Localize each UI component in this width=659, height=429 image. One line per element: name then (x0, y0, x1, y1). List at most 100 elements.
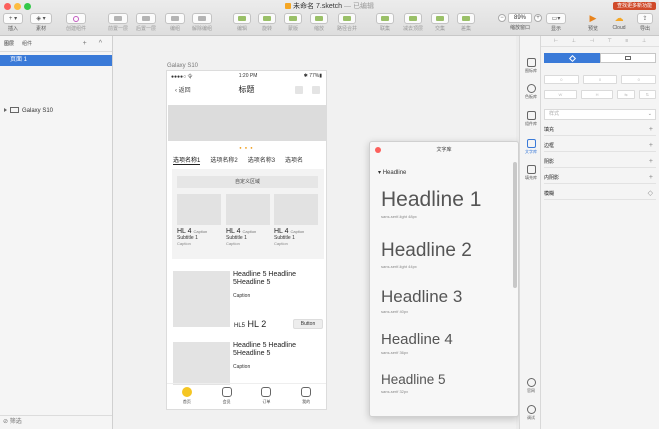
segment-symbol[interactable] (544, 53, 600, 63)
symbols-button[interactable]: ◈ ▾ 素材 (30, 13, 52, 33)
cloud-button[interactable]: ☁ Cloud (609, 13, 629, 33)
artboard-layer[interactable]: Galaxy S10 (0, 106, 112, 116)
tab-option-3[interactable]: 选项名称3 (248, 155, 275, 165)
library-item-headline-5[interactable]: Headline 5 sans-serif 32px (381, 372, 446, 394)
list-item[interactable]: Headline 5 Headline 5Headline 5 Caption … (173, 271, 323, 331)
flip-v-icon[interactable]: ⇅ (638, 90, 656, 99)
debug-button[interactable]: 调试 (520, 405, 542, 421)
close-panel-button[interactable] (375, 147, 381, 153)
add-inner-shadow-icon[interactable]: + (649, 172, 653, 184)
tab-option-1[interactable]: 选项名称1 (173, 155, 201, 165)
share-icon: ⇪ (637, 13, 653, 24)
fill-library-button[interactable]: 填充库 (520, 165, 542, 181)
align-top-icon[interactable]: ⊤ (607, 38, 611, 44)
blur-toggle-icon[interactable]: ◇ (648, 188, 653, 200)
tabbar-profile[interactable]: 我的 (301, 387, 312, 409)
library-section-header[interactable]: ▾ Headline (378, 169, 406, 176)
align-right-icon[interactable]: ⊣ (590, 38, 594, 44)
align-middle-icon[interactable]: ≡ (625, 38, 628, 44)
tab-components[interactable]: 组件 (22, 40, 32, 47)
zoom-control[interactable]: − 89% + 缩放窗口 (498, 13, 542, 33)
x-field[interactable]: 0 (544, 75, 579, 84)
whats-new-badge[interactable]: 查找更多新功能 (612, 2, 656, 10)
card[interactable]: HL 4 Caption Subtitle 1 Caption (274, 194, 318, 246)
difference-button[interactable]: 差集 (456, 13, 476, 33)
list-button[interactable]: Button (293, 319, 323, 329)
ungroup-button[interactable]: 解除编组 (188, 13, 216, 33)
filter-field[interactable]: ⊘ 筛选 (0, 415, 112, 429)
help-icon (526, 378, 536, 387)
create-symbol-button[interactable]: 创建组件 (62, 13, 90, 33)
nav-more-icon[interactable] (312, 86, 320, 94)
intersect-button[interactable]: 交集 (430, 13, 450, 33)
tabbar-member[interactable]: 会员 (221, 387, 232, 409)
panel-scrollbar[interactable] (513, 162, 517, 288)
component-library-button[interactable]: 组件库 (520, 111, 542, 127)
subtract-button[interactable]: 减去顶层 (400, 13, 426, 33)
tab-option-4[interactable]: 选项名 (285, 155, 303, 165)
library-item-headline-1[interactable]: Headline 1 sans-serif-light 48px (381, 188, 481, 219)
library-item-headline-2[interactable]: Headline 2 sans-serif-light 44px (381, 240, 472, 269)
rotation-field[interactable]: 0 (621, 75, 657, 84)
union-button[interactable]: 联集 (375, 13, 395, 33)
icon-library-button[interactable]: 图标库 (520, 58, 542, 74)
blur-section[interactable]: 模糊 ◇ (544, 188, 656, 200)
export-button[interactable]: ⇪ 导出 (636, 13, 654, 33)
page-item[interactable]: 页面 1 (0, 55, 112, 66)
align-left-icon[interactable]: ⊢ (554, 38, 558, 44)
website-button[interactable]: 官网 (520, 378, 542, 394)
zoom-out-button[interactable]: − (498, 14, 506, 22)
edit-button[interactable]: 编辑 (232, 13, 252, 33)
card[interactable]: HL 4 Caption Subtitle 1 Caption (226, 194, 270, 246)
zoom-in-button[interactable]: + (534, 14, 542, 22)
style-dropdown[interactable]: 样式 ⌄ (544, 109, 656, 120)
tab-option-2[interactable]: 选项名称2 (210, 155, 237, 165)
swatch-library-button[interactable]: 色板库 (520, 84, 542, 100)
fill-section[interactable]: 填充 + (544, 124, 656, 136)
border-section[interactable]: 边框 + (544, 140, 656, 152)
nav-bar: ‹ 返回 标题 (167, 81, 326, 99)
zoom-value[interactable]: 89% (508, 13, 532, 23)
bring-forward-button[interactable]: 前置一层 (104, 13, 132, 33)
banner-image (168, 105, 326, 141)
send-backward-button[interactable]: 后置一层 (132, 13, 160, 33)
artboard-label[interactable]: Galaxy S10 (167, 63, 198, 69)
card[interactable]: HL 4 Caption Subtitle 1 Caption (177, 194, 221, 246)
add-page-icon[interactable]: + ^ (83, 40, 107, 47)
window-title: 未命名 7.sketch — 已编辑 (0, 1, 659, 11)
tabbar-orders[interactable]: 订单 (261, 387, 272, 409)
library-item-headline-4[interactable]: Headline 4 sans-serif 36px (381, 331, 453, 355)
y-field[interactable]: 0 (582, 75, 618, 84)
flip-h-icon[interactable]: ⇆ (617, 90, 635, 99)
tab-layers[interactable]: 图层 (4, 40, 14, 47)
scale-button[interactable]: 缩放 (309, 13, 329, 33)
add-fill-icon[interactable]: + (649, 124, 653, 136)
view-button[interactable]: ▭▾ 显示 (545, 13, 567, 33)
artboard-galaxy-s10[interactable]: ●●●●○ 令 1:20 PM ✱ 77%▮ ‹ 返回 标题 ● ● ● 选项名… (166, 70, 327, 410)
insert-button[interactable]: + ▾ 插入 (3, 13, 23, 33)
flatten-icon (343, 16, 351, 21)
add-border-icon[interactable]: + (649, 140, 653, 152)
width-field[interactable]: W (544, 90, 577, 99)
text-library-button[interactable]: 文字库 (520, 139, 542, 155)
height-field[interactable]: H (580, 90, 614, 99)
bottom-tab-bar: 首页 会员 订单 我的 (167, 383, 326, 409)
preview-button[interactable]: ▶ 预览 (583, 13, 603, 33)
align-bottom-icon[interactable]: ⊥ (642, 38, 646, 44)
rotate-button[interactable]: 旋转 (257, 13, 277, 33)
grid-icon (526, 58, 536, 67)
list-item[interactable]: Headline 5 Headline 5Headline 5 Caption (173, 342, 323, 387)
align-center-icon[interactable]: ⊥ (572, 38, 576, 44)
tabbar-home[interactable]: 首页 (181, 387, 192, 409)
library-item-headline-3[interactable]: Headline 3 sans-serif 40px (381, 287, 462, 314)
flatten-button[interactable]: 路径合并 (334, 13, 360, 33)
group-button[interactable]: 编组 (164, 13, 186, 33)
disclosure-triangle-icon[interactable] (4, 108, 7, 112)
inner-shadow-section[interactable]: 内阴影 + (544, 172, 656, 184)
segment-layers[interactable] (600, 53, 656, 63)
text-library-panel: 文字库 ▾ Headline Headline 1 sans-serif-lig… (369, 141, 519, 417)
add-shadow-icon[interactable]: + (649, 156, 653, 168)
mask-button[interactable]: 蒙版 (283, 13, 303, 33)
nav-action-icon[interactable] (295, 86, 303, 94)
shadow-section[interactable]: 阴影 + (544, 156, 656, 168)
